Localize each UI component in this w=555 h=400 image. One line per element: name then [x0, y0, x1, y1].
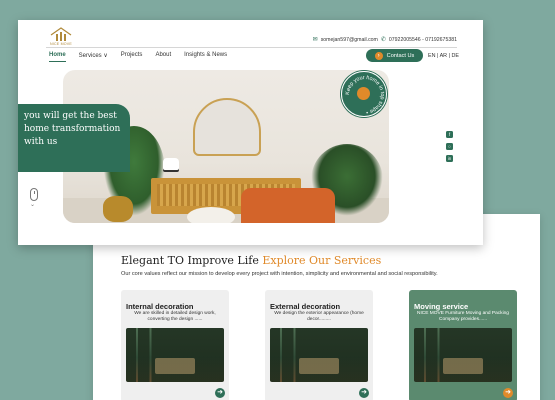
service-card-title: External decoration [270, 302, 341, 311]
linkedin-icon[interactable]: in [446, 155, 453, 162]
website-header-preview: NICE MOVE ✉ somejan597@gmail.com ✆ 07922… [18, 20, 483, 245]
hero-tagline: you will get the best home transformatio… [18, 104, 130, 172]
nav-item-home[interactable]: Home [49, 52, 66, 62]
chevron-down-icon: ⌄ [30, 202, 36, 208]
service-card-image [414, 328, 512, 382]
hero-sofa [241, 188, 335, 223]
arrow-right-icon: › [374, 51, 383, 60]
nav-item-projects[interactable]: Projects [121, 52, 143, 59]
nav-item-services[interactable]: Services ∨ [79, 52, 108, 59]
badge-center-dot [357, 87, 370, 100]
service-card-moving[interactable]: Moving service NICE MOVE Furniture Movin… [409, 290, 517, 400]
hero-vase [103, 196, 133, 222]
arrow-right-icon[interactable]: ➜ [215, 388, 225, 398]
contact-us-button[interactable]: › Contact Us [366, 49, 423, 62]
hero-mirror [193, 98, 261, 156]
contact-info: ✉ somejan597@gmail.com ✆ 07922005546 - 0… [312, 36, 457, 44]
nav-item-about[interactable]: About [155, 52, 171, 59]
contact-button-label: Contact Us [386, 52, 415, 59]
services-subtitle: Our core values reflect our mission to d… [121, 271, 438, 277]
service-card-image [270, 328, 368, 382]
facebook-icon[interactable]: f [446, 131, 453, 138]
main-nav: Home Services ∨ Projects About Insights … [49, 52, 227, 62]
mail-icon: ✉ [312, 37, 318, 43]
service-card-external[interactable]: External decoration We design the exteri… [265, 290, 373, 400]
logo-text: NICE MOVE [50, 42, 72, 46]
services-title-main: Elegant TO Improve Life [121, 254, 259, 267]
header-divider [46, 47, 457, 48]
hero-ottoman [187, 207, 235, 223]
arrow-right-icon[interactable]: ➜ [359, 388, 369, 398]
phone-text[interactable]: 07922005546 - 07192675381 [389, 37, 457, 43]
instagram-icon[interactable]: ○ [446, 143, 453, 150]
social-links: f ○ in [446, 131, 453, 162]
logo[interactable]: NICE MOVE [48, 26, 74, 48]
service-card-internal[interactable]: Internal decoration We are skilled in de… [121, 290, 229, 400]
service-card-title: Internal decoration [126, 302, 194, 311]
service-card-image [126, 328, 224, 382]
service-card-title: Moving service [414, 302, 469, 311]
service-card-desc: NICE MOVE Furniture Moving and Packing C… [417, 311, 509, 323]
services-title-accent: Explore Our Services [262, 254, 382, 267]
service-card-desc: We design the exterior appearance (home … [274, 311, 364, 323]
nav-item-insights[interactable]: Insights & News [184, 52, 227, 59]
phone-icon: ✆ [380, 37, 386, 43]
language-switcher[interactable]: EN | AR | DE [428, 53, 459, 59]
service-card-desc: We are skilled in detailed design work, … [134, 311, 216, 323]
rotating-badge: Keep your home in top shape • [341, 71, 387, 117]
services-title: Elegant TO Improve Life Explore Our Serv… [121, 254, 381, 267]
arrow-right-icon[interactable]: ➜ [503, 388, 513, 398]
hero-lamp [163, 158, 179, 170]
house-logo-icon [50, 27, 72, 41]
email-text[interactable]: somejan597@gmail.com [321, 37, 378, 43]
mouse-scroll-icon[interactable] [30, 188, 38, 201]
